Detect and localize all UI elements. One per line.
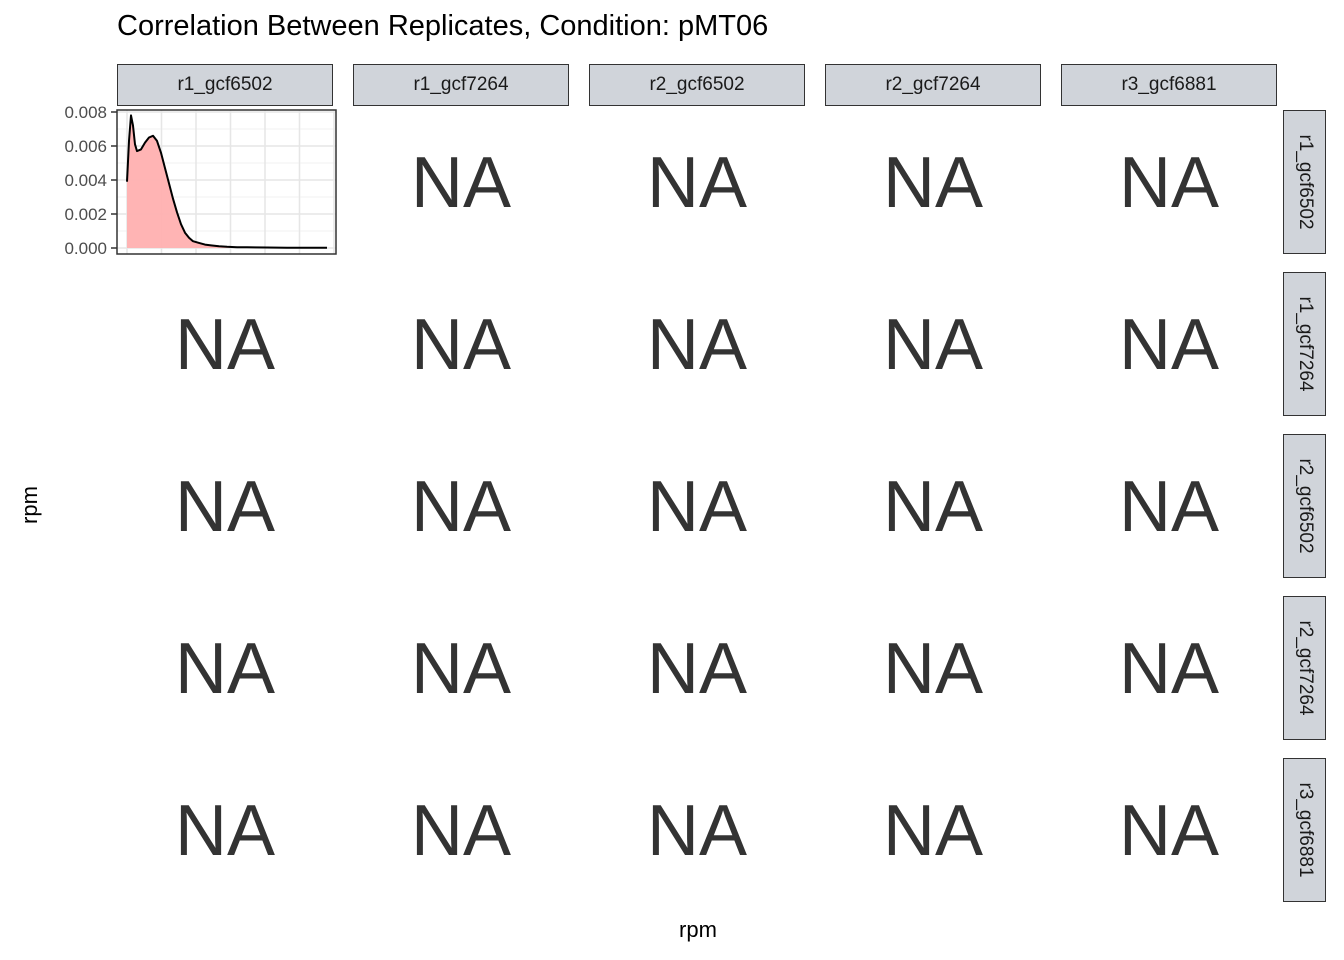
na-cell: NA bbox=[1118, 467, 1220, 547]
na-cell: NA bbox=[882, 467, 984, 547]
x-axis-title: rpm bbox=[679, 917, 717, 942]
na-cell: NA bbox=[410, 143, 512, 223]
na-cell: NA bbox=[1118, 305, 1220, 385]
na-cell: NA bbox=[410, 305, 512, 385]
na-cell: NA bbox=[174, 305, 276, 385]
y-tick-label: 0.008 bbox=[64, 103, 107, 122]
na-cell: NA bbox=[646, 143, 748, 223]
na-cell: NA bbox=[646, 629, 748, 709]
na-cell: NA bbox=[410, 629, 512, 709]
na-cell: NA bbox=[174, 791, 276, 871]
na-cell: NA bbox=[1118, 791, 1220, 871]
na-cell: NA bbox=[410, 467, 512, 547]
na-cell: NA bbox=[174, 629, 276, 709]
na-cell: NA bbox=[646, 791, 748, 871]
na-cell: NA bbox=[410, 791, 512, 871]
na-cell: NA bbox=[882, 143, 984, 223]
na-cell: NA bbox=[646, 305, 748, 385]
na-cell: NA bbox=[174, 467, 276, 547]
na-cell: NA bbox=[882, 305, 984, 385]
na-cell: NA bbox=[1118, 629, 1220, 709]
na-cell: NA bbox=[646, 467, 748, 547]
na-cell: NA bbox=[882, 629, 984, 709]
na-cell: NA bbox=[882, 791, 984, 871]
y-axis-title: rpm bbox=[17, 486, 42, 524]
y-tick-label: 0.006 bbox=[64, 137, 107, 156]
y-tick-label: 0.004 bbox=[64, 171, 107, 190]
y-tick-label: 0.000 bbox=[64, 239, 107, 258]
na-cell: NA bbox=[1118, 143, 1220, 223]
y-tick-label: 0.002 bbox=[64, 205, 107, 224]
